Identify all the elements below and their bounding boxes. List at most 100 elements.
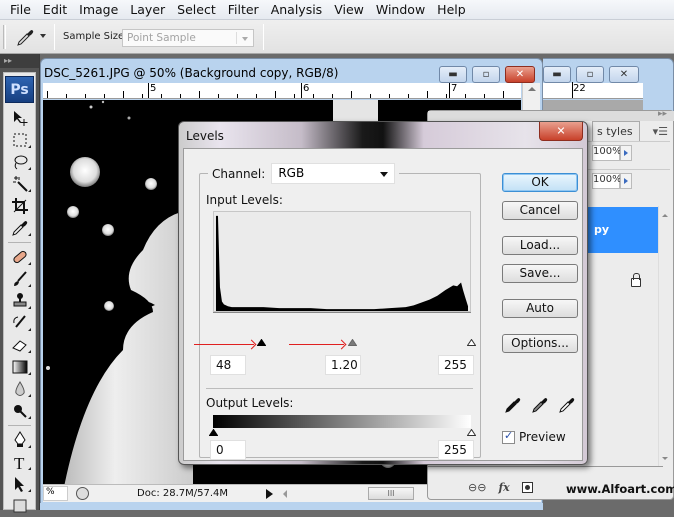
cancel-button[interactable]: Cancel bbox=[502, 201, 578, 220]
status-menu-arrow-icon[interactable] bbox=[266, 489, 273, 499]
menu-view[interactable]: View bbox=[328, 0, 370, 20]
white-point-eyedropper-icon[interactable] bbox=[558, 396, 576, 414]
save-button[interactable]: Save... bbox=[502, 264, 578, 283]
menu-edit[interactable]: Edit bbox=[37, 0, 73, 20]
input-gamma-field[interactable]: 1.20 bbox=[325, 355, 361, 375]
move-tool[interactable] bbox=[4, 107, 35, 129]
menu-file[interactable]: File bbox=[4, 0, 37, 20]
mask-icon[interactable] bbox=[521, 482, 533, 493]
dialog-close-button[interactable]: ✕ bbox=[539, 122, 583, 141]
ps-logo[interactable]: Ps bbox=[5, 76, 34, 103]
options-button[interactable]: Options... bbox=[502, 334, 578, 353]
preview-checkbox[interactable] bbox=[502, 429, 515, 444]
ruler-tick bbox=[313, 94, 314, 98]
maximize-button-2[interactable]: ▫ bbox=[576, 66, 604, 83]
status-info-icon[interactable] bbox=[76, 487, 89, 500]
collapse-panel-icon[interactable]: ▸▸ bbox=[0, 54, 39, 68]
output-white-slider[interactable] bbox=[466, 429, 476, 436]
fx-icon[interactable]: fx bbox=[498, 481, 509, 494]
healing-brush-tool[interactable] bbox=[4, 246, 35, 268]
menu-analysis[interactable]: Analysis bbox=[265, 0, 329, 20]
ruler-tick bbox=[351, 91, 352, 98]
gray-point-eyedropper-icon[interactable] bbox=[531, 396, 549, 414]
ruler-number: 6 bbox=[303, 83, 310, 94]
close-icon: ✕ bbox=[515, 68, 525, 80]
menu-layer[interactable]: Layer bbox=[124, 0, 171, 20]
lasso-tool[interactable] bbox=[4, 151, 35, 173]
crop-icon bbox=[11, 198, 28, 214]
opacity-slider-button[interactable] bbox=[620, 145, 632, 161]
fill-field[interactable]: 100% bbox=[592, 173, 622, 189]
zoom-field[interactable]: % bbox=[43, 486, 68, 501]
levels-dialog: Levels ✕ Channel: RGB Input Levels: 48 1… bbox=[178, 121, 588, 465]
clone-stamp-tool[interactable] bbox=[4, 290, 35, 312]
horizontal-scroll-thumb[interactable]: III bbox=[368, 487, 414, 500]
eyedropper-icon bbox=[11, 221, 27, 236]
input-gamma-slider[interactable] bbox=[348, 339, 358, 346]
sample-size-select[interactable]: Point Sample bbox=[122, 29, 254, 47]
type-tool[interactable]: T bbox=[4, 451, 35, 473]
ok-button[interactable]: OK bbox=[502, 173, 578, 192]
gradient-tool[interactable] bbox=[4, 356, 35, 378]
fill-slider-button[interactable] bbox=[620, 173, 632, 189]
dodge-tool[interactable] bbox=[4, 400, 35, 422]
magic-wand-tool[interactable] bbox=[4, 173, 35, 195]
preview-toggle[interactable]: Preview bbox=[502, 429, 566, 444]
menu-image[interactable]: Image bbox=[73, 0, 124, 20]
eyedropper-icon[interactable] bbox=[14, 26, 36, 48]
tool-preset-dropdown[interactable] bbox=[40, 34, 46, 38]
menu-window[interactable]: Window bbox=[370, 0, 431, 20]
menu-select[interactable]: Select bbox=[171, 0, 222, 20]
path-selection-tool[interactable] bbox=[4, 473, 35, 495]
marquee-tool[interactable] bbox=[4, 129, 35, 151]
histogram-chart bbox=[215, 215, 469, 311]
tab-styles[interactable]: s tyles bbox=[592, 121, 640, 141]
link-icon[interactable]: ⊖⊖ bbox=[468, 481, 486, 494]
eraser-tool[interactable] bbox=[4, 334, 35, 356]
pen-tool[interactable] bbox=[4, 429, 35, 451]
ruler-tick bbox=[142, 94, 143, 98]
panel-menu-icon[interactable]: ▾☰ bbox=[653, 125, 668, 138]
minimize-button-2[interactable]: ▬ bbox=[543, 66, 571, 83]
crop-tool[interactable] bbox=[4, 195, 35, 217]
scroll-left-icon[interactable] bbox=[283, 490, 287, 498]
brush-tool[interactable] bbox=[4, 268, 35, 290]
layers-scrollbar[interactable] bbox=[658, 206, 672, 466]
input-white-field[interactable]: 255 bbox=[438, 355, 474, 375]
ruler-tick bbox=[484, 94, 485, 98]
document-title: DSC_5261.JPG @ 50% (Background copy, RGB… bbox=[44, 66, 339, 80]
pen-icon bbox=[13, 431, 26, 447]
blur-tool[interactable] bbox=[4, 378, 35, 400]
type-icon: T bbox=[14, 454, 25, 471]
eyedropper-tool[interactable] bbox=[4, 217, 35, 239]
expand-panel-icon[interactable]: ▸▸ bbox=[658, 109, 667, 119]
preview-label: Preview bbox=[519, 430, 566, 444]
options-bar: Sample Size: Point Sample bbox=[0, 20, 674, 54]
black-point-eyedropper-icon[interactable] bbox=[504, 396, 522, 414]
scroll-up-icon[interactable] bbox=[528, 87, 536, 91]
ruler-tick bbox=[446, 94, 447, 98]
maximize-icon: ▫ bbox=[482, 68, 490, 80]
options-bar-grip[interactable] bbox=[3, 25, 6, 49]
histogram bbox=[213, 211, 471, 312]
load-button[interactable]: Load... bbox=[502, 236, 578, 255]
channel-select[interactable]: RGB bbox=[271, 163, 396, 184]
opacity-field[interactable]: 100% bbox=[592, 145, 622, 161]
output-black-slider[interactable] bbox=[208, 429, 218, 436]
maximize-button[interactable]: ▫ bbox=[472, 66, 500, 83]
menu-help[interactable]: Help bbox=[431, 0, 472, 20]
close-button-2[interactable]: ✕ bbox=[609, 66, 639, 83]
layer-row-selected[interactable]: py bbox=[578, 207, 658, 253]
auto-button[interactable]: Auto bbox=[502, 299, 578, 318]
output-black-field[interactable]: 0 bbox=[210, 440, 246, 460]
ruler-tick bbox=[427, 91, 428, 98]
input-black-slider[interactable] bbox=[257, 339, 267, 346]
input-white-slider[interactable] bbox=[466, 339, 476, 346]
menu-filter[interactable]: Filter bbox=[222, 0, 265, 20]
output-white-field[interactable]: 255 bbox=[438, 440, 474, 460]
input-black-field[interactable]: 48 bbox=[210, 355, 246, 375]
minimize-button[interactable]: ▬ bbox=[439, 66, 467, 83]
shape-tool[interactable] bbox=[4, 495, 35, 517]
close-button[interactable]: ✕ bbox=[505, 66, 535, 83]
history-brush-tool[interactable] bbox=[4, 312, 35, 334]
